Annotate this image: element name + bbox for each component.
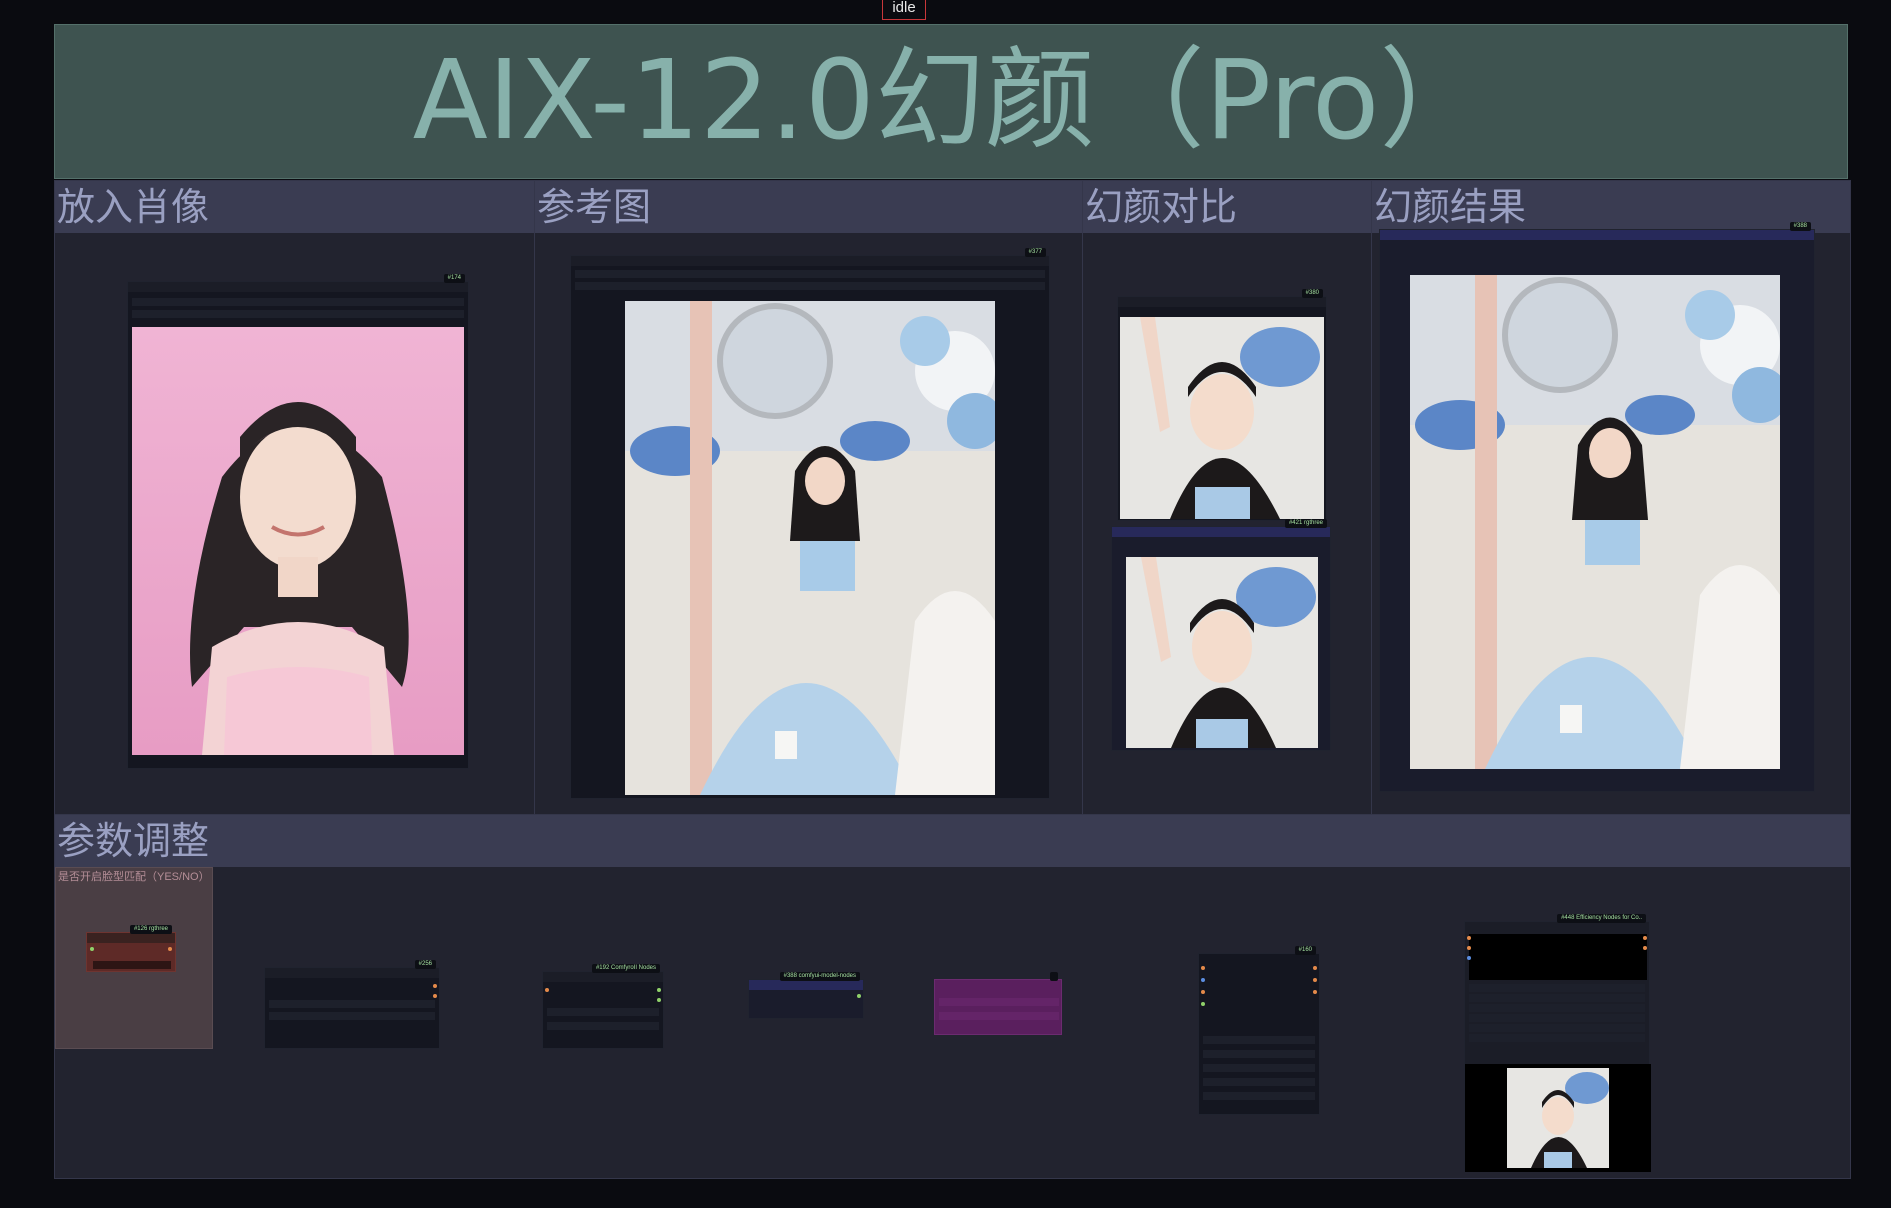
node-id-tag: #256 xyxy=(414,960,436,969)
node-id-tag: #421 rgthree xyxy=(1284,519,1327,528)
node-id-tag: #388 xyxy=(1789,222,1811,231)
status-dot-icon xyxy=(1201,1002,1205,1006)
node-widget[interactable] xyxy=(269,1000,435,1008)
node-widget[interactable] xyxy=(1469,994,1645,1002)
status-dot-icon xyxy=(657,998,661,1002)
param-node[interactable]: #160 xyxy=(1198,946,1320,1115)
node-title-bar[interactable] xyxy=(1118,297,1326,307)
node-widget[interactable] xyxy=(1469,1034,1645,1042)
status-dot-icon xyxy=(1201,966,1205,970)
switch-group-label: 是否开启脸型匹配（YES/NO） xyxy=(58,871,210,883)
node-preview-area xyxy=(1469,934,1647,980)
status-dot-icon xyxy=(1313,978,1317,982)
node-title-bar[interactable] xyxy=(749,980,863,990)
page-title: AIX-12.0幻颜（Pro） xyxy=(412,36,1490,164)
status-dot-icon xyxy=(1643,936,1647,940)
node-id-tag xyxy=(1050,972,1058,981)
group-result[interactable]: 幻颜结果 #388 xyxy=(1371,180,1851,815)
group-params[interactable]: 参数调整 是否开启脸型匹配（YES/NO） #126 rgthree #256 … xyxy=(54,814,1851,1179)
node-widget[interactable] xyxy=(132,298,464,306)
status-dot-icon xyxy=(168,947,172,951)
status-dot-icon xyxy=(857,994,861,998)
node-widget[interactable] xyxy=(269,1012,435,1020)
node-widget[interactable] xyxy=(1469,1004,1645,1012)
compare-image-top xyxy=(1120,317,1324,519)
node-id-tag: #380 xyxy=(1301,289,1323,298)
group-header: 参考图 xyxy=(535,181,1082,233)
efficiency-preview-image xyxy=(1507,1068,1609,1168)
node-title-bar[interactable] xyxy=(571,256,1049,266)
status-dot-icon xyxy=(90,947,94,951)
node-widget[interactable] xyxy=(1203,1078,1315,1086)
status-dot-icon xyxy=(1467,936,1471,940)
status-dot-icon xyxy=(545,988,549,992)
node-title-bar[interactable] xyxy=(1112,527,1330,537)
param-node[interactable]: #256 xyxy=(264,960,440,1049)
load-image-node[interactable]: #377 xyxy=(570,248,1050,799)
param-node-efficiency[interactable]: #448 Efficiency Nodes for Co.. xyxy=(1464,914,1651,1172)
portrait-image xyxy=(132,327,464,755)
param-node-purple[interactable] xyxy=(934,972,1062,1035)
node-title-bar[interactable] xyxy=(1380,230,1814,240)
load-image-node[interactable]: #174 xyxy=(127,274,469,769)
switch-value[interactable] xyxy=(93,961,171,969)
status-dot-icon xyxy=(1643,946,1647,950)
node-widget[interactable] xyxy=(1203,1092,1315,1100)
compare-image-bottom xyxy=(1126,557,1318,748)
group-header: 幻颜结果 xyxy=(1372,181,1850,233)
node-widget[interactable] xyxy=(1469,1014,1645,1022)
node-title-bar[interactable] xyxy=(543,972,663,982)
node-widget[interactable] xyxy=(547,1008,659,1016)
group-compare[interactable]: 幻颜对比 #380 #421 rgthree xyxy=(1082,180,1372,815)
status-badge: idle xyxy=(882,0,926,20)
node-title-bar[interactable] xyxy=(128,282,468,292)
status-dot-icon xyxy=(1201,978,1205,982)
status-dot-icon xyxy=(433,984,437,988)
node-widget[interactable] xyxy=(1203,1064,1315,1072)
face-match-switch-group[interactable]: 是否开启脸型匹配（YES/NO） #126 rgthree xyxy=(55,867,213,1049)
reference-image xyxy=(625,301,995,795)
group-header: 幻颜对比 xyxy=(1083,181,1371,233)
node-title-bar[interactable] xyxy=(87,933,175,943)
param-node[interactable]: #388 comfyui-model-nodes xyxy=(748,972,864,1019)
status-dot-icon xyxy=(1313,990,1317,994)
result-node[interactable]: #388 xyxy=(1379,222,1815,792)
compare-node-top[interactable]: #380 xyxy=(1117,289,1327,521)
node-widget[interactable] xyxy=(1469,1024,1645,1032)
compare-node-bottom[interactable]: #421 rgthree xyxy=(1111,519,1331,751)
switch-node[interactable]: #126 rgthree xyxy=(86,925,176,972)
node-title-bar[interactable] xyxy=(265,968,439,978)
node-id-tag: #126 rgthree xyxy=(129,925,172,934)
result-image xyxy=(1410,275,1780,769)
group-header: 参数调整 xyxy=(55,815,1850,867)
node-preview-area xyxy=(1465,1064,1651,1172)
status-dot-icon xyxy=(1467,956,1471,960)
node-widget[interactable] xyxy=(939,998,1059,1006)
node-widget[interactable] xyxy=(547,1022,659,1030)
node-widget[interactable] xyxy=(939,1012,1059,1020)
node-id-tag: #192 ComfyroII Nodes xyxy=(591,964,660,973)
node-widget[interactable] xyxy=(575,270,1045,278)
group-header: 放入肖像 xyxy=(55,181,534,233)
status-dot-icon xyxy=(1313,966,1317,970)
status-dot-icon xyxy=(657,988,661,992)
group-reference[interactable]: 参考图 #377 xyxy=(534,180,1083,815)
node-id-tag: #377 xyxy=(1024,248,1046,257)
status-dot-icon xyxy=(433,994,437,998)
group-portrait[interactable]: 放入肖像 #174 xyxy=(54,180,535,815)
node-widget[interactable] xyxy=(1469,984,1645,992)
node-widget[interactable] xyxy=(575,282,1045,290)
node-id-tag: #174 xyxy=(443,274,465,283)
node-widget[interactable] xyxy=(132,310,464,318)
node-id-tag: #448 Efficiency Nodes for Co.. xyxy=(1557,914,1646,923)
status-dot-icon xyxy=(1201,990,1205,994)
node-id-tag: #388 comfyui-model-nodes xyxy=(779,972,860,981)
node-widget[interactable] xyxy=(1203,1050,1315,1058)
title-group: AIX-12.0幻颜（Pro） xyxy=(54,24,1848,179)
status-dot-icon xyxy=(1467,946,1471,950)
node-widget[interactable] xyxy=(1203,1036,1315,1044)
param-node[interactable]: #192 ComfyroII Nodes xyxy=(542,964,664,1049)
node-id-tag: #160 xyxy=(1294,946,1316,955)
